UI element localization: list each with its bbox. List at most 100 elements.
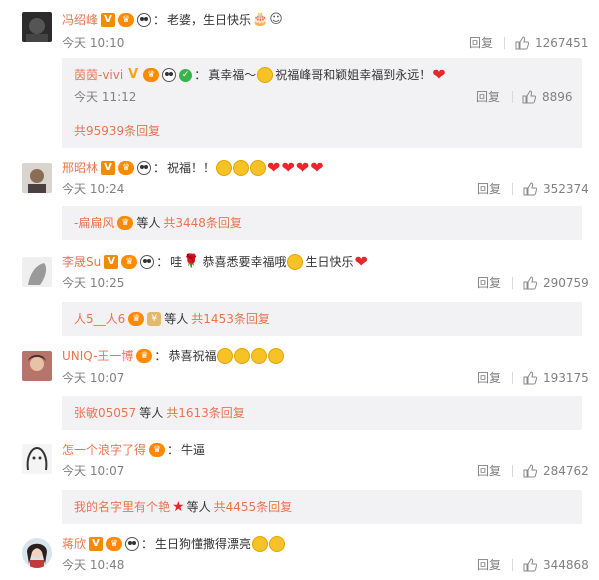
- username-link[interactable]: 茵茵-vivi: [74, 66, 123, 84]
- comment-separator: ：: [156, 255, 169, 269]
- reply-button[interactable]: 回复: [477, 557, 501, 573]
- kissing-emoji-icon: [252, 536, 269, 552]
- comment-text: 哇: [170, 255, 183, 269]
- thumbs-up-icon: [522, 90, 536, 104]
- like-button[interactable]: 1267451: [515, 35, 588, 51]
- crying-emoji-icon: [251, 348, 268, 364]
- vip-crown-icon: ♛: [143, 68, 160, 82]
- sub-reply-box: -扁扁风 ♛ 等人 共3448条回复: [62, 206, 582, 240]
- username-link[interactable]: UNIQ-王一博: [62, 347, 133, 365]
- panda-badge-icon: [162, 68, 177, 82]
- reply-button[interactable]: 回复: [477, 181, 501, 197]
- like-count: 1267451: [535, 36, 589, 50]
- view-replies-link[interactable]: 共1453条回复: [191, 310, 270, 328]
- others-text: 等人: [186, 500, 211, 514]
- username-link[interactable]: 冯绍峰: [62, 11, 98, 29]
- vip-crown-icon: ♛: [136, 349, 153, 363]
- username-link[interactable]: 怎一个浪字了得: [62, 441, 146, 459]
- avatar[interactable]: [22, 163, 52, 193]
- username-link[interactable]: 李晟Su: [62, 253, 101, 271]
- view-replies-link[interactable]: 共95939条回复: [74, 122, 160, 139]
- like-count: 290759: [543, 276, 589, 290]
- username-link[interactable]: -扁扁风: [74, 214, 114, 232]
- sub-reply-box: 茵茵-vivi V ♛ ✓ ： 真幸福～ 祝福峰哥和颖姐幸福到永远！ ❤ 今天 …: [62, 58, 582, 148]
- comment-text: 真幸福～: [208, 68, 257, 82]
- comment-text: 老婆，生日快乐: [167, 13, 252, 27]
- like-button[interactable]: 352374: [523, 181, 589, 197]
- panda-badge-icon: [140, 255, 155, 269]
- crying-emoji-icon: [257, 67, 274, 83]
- like-count: 193175: [543, 371, 589, 385]
- verified-v-icon: V: [101, 13, 116, 27]
- comment-text: 生日狗懂撒得漂亮: [155, 537, 252, 551]
- vip-crown-icon: ♛: [128, 312, 145, 326]
- comment-time: 今天 10:07: [62, 371, 125, 385]
- divider: [504, 37, 505, 49]
- username-link[interactable]: 张敏05057: [74, 404, 136, 422]
- reply-button[interactable]: 回复: [476, 89, 500, 105]
- comment-time: 今天 10:07: [62, 464, 125, 478]
- others-text: 等人: [136, 216, 161, 230]
- rose-icon: 🌹: [183, 254, 200, 269]
- username-link[interactable]: 我的名字里有个艳: [74, 498, 170, 516]
- comment-time: 今天 10:48: [62, 558, 125, 572]
- divider: [512, 277, 513, 289]
- comment-text: 祝福峰哥和颖姐幸福到永远！: [275, 68, 432, 82]
- like-button[interactable]: 290759: [523, 275, 589, 291]
- comment-text: 恭喜祝福: [168, 349, 217, 363]
- panda-badge-icon: [125, 537, 140, 551]
- vip-crown-icon: ♛: [118, 13, 135, 27]
- wink-emoji-icon: ☺: [269, 12, 283, 27]
- like-count: 352374: [543, 182, 589, 196]
- username-link[interactable]: 邢昭林: [62, 159, 98, 177]
- comment-time: 今天 10:25: [62, 276, 125, 290]
- username-link[interactable]: 蒋欣: [62, 535, 86, 553]
- view-replies-link[interactable]: 共4455条回复: [214, 498, 293, 516]
- others-text: 等人: [139, 406, 164, 420]
- sub-reply-box: 人5__人6 ♛ ¥ 等人 共1453条回复: [62, 302, 582, 336]
- comment-separator: ：: [154, 349, 167, 363]
- avatar[interactable]: [22, 538, 52, 568]
- comment-time: 今天 10:10: [62, 36, 125, 50]
- like-button[interactable]: 284762: [523, 463, 589, 479]
- divider: [512, 183, 513, 195]
- crying-emoji-icon: [287, 254, 304, 270]
- view-replies-link[interactable]: 共3448条回复: [163, 214, 242, 232]
- thumbs-up-icon: [523, 464, 537, 478]
- vip-crown-icon: ♛: [149, 443, 166, 457]
- comment-text: 牛逼: [181, 443, 206, 457]
- avatar[interactable]: [22, 444, 52, 474]
- heart-icon: ❤: [310, 158, 324, 177]
- reply-button[interactable]: 回复: [477, 463, 501, 479]
- like-button[interactable]: 193175: [523, 370, 589, 386]
- panda-badge-icon: [137, 13, 152, 27]
- vip-crown-icon: ♛: [121, 255, 138, 269]
- heart-icon: ❤: [354, 252, 368, 271]
- thumbs-up-icon: [523, 371, 537, 385]
- crying-emoji-icon: [234, 348, 251, 364]
- reply-button[interactable]: 回复: [477, 370, 501, 386]
- avatar[interactable]: [22, 351, 52, 381]
- avatar[interactable]: [22, 257, 52, 287]
- verified-v-icon: V: [128, 67, 139, 82]
- vip-crown-icon: ♛: [117, 216, 134, 230]
- like-button[interactable]: 344868: [523, 557, 589, 573]
- gold-badge-icon: ¥: [147, 312, 162, 326]
- thumbs-up-icon: [523, 276, 537, 290]
- panda-badge-icon: [137, 161, 152, 175]
- vip-crown-icon: ♛: [118, 161, 135, 175]
- reply-button[interactable]: 回复: [469, 35, 493, 51]
- kissing-emoji-icon: [269, 536, 286, 552]
- sub-reply-box: 我的名字里有个艳 ★ 等人 共4455条回复: [62, 490, 582, 524]
- others-text: 等人: [164, 312, 189, 326]
- like-count: 344868: [543, 558, 589, 572]
- like-count: 284762: [543, 464, 589, 478]
- comment-separator: ：: [141, 537, 154, 551]
- heart-icon: ❤: [295, 158, 310, 177]
- comment-separator: ：: [153, 161, 166, 175]
- like-button[interactable]: 8896: [522, 89, 573, 105]
- reply-button[interactable]: 回复: [477, 275, 501, 291]
- username-link[interactable]: 人5__人6: [74, 310, 125, 328]
- view-replies-link[interactable]: 共1613条回复: [166, 404, 245, 422]
- avatar[interactable]: [22, 12, 52, 42]
